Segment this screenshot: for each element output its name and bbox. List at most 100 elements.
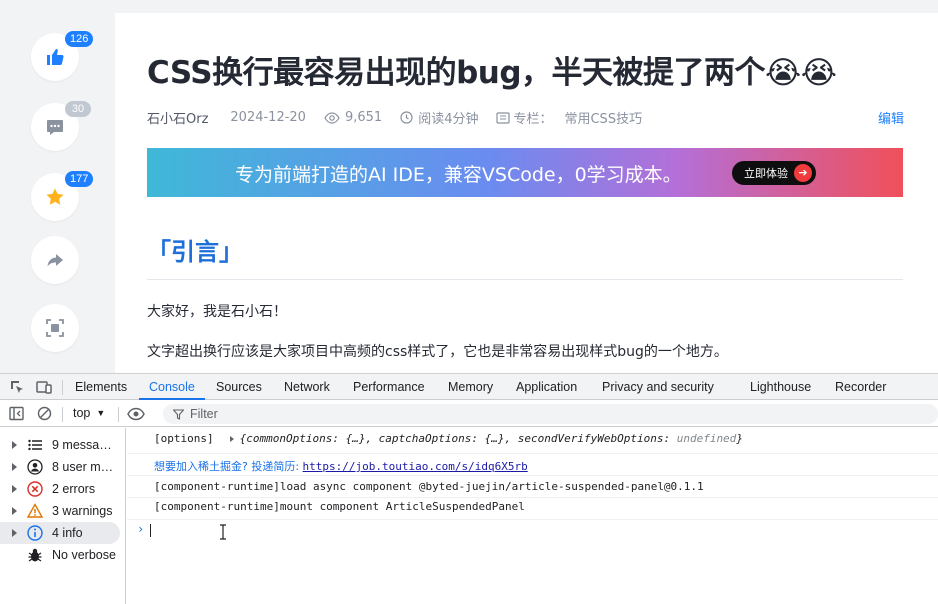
live-expression-eye-icon[interactable] — [127, 407, 145, 421]
log-text: [options] {commonOptions: {…}, captchaOpt… — [154, 432, 743, 445]
hiring-link[interactable]: https://job.toutiao.com/s/idq6X5rb — [303, 460, 528, 473]
collect-button[interactable]: 177 — [31, 171, 94, 221]
banner-try-button[interactable]: 立即体验 ➔ — [732, 161, 816, 185]
console-input-caret[interactable] — [150, 524, 151, 537]
section-heading: 「引言」 — [147, 238, 243, 266]
sidebar-item-info[interactable]: 4 info — [0, 522, 120, 544]
filter-placeholder: Filter — [190, 407, 218, 421]
sidebar-toggle-icon[interactable] — [9, 406, 24, 421]
share-icon — [47, 254, 63, 267]
toolbar-divider — [62, 407, 63, 422]
article-meta: 石小石Orz 2024-12-20 9,651 阅读4分钟 专栏： 常用CSS技… — [147, 108, 642, 127]
info-icon — [27, 525, 43, 541]
sidebar-item-user-messages[interactable]: 8 user m… — [0, 456, 125, 478]
log-text: 想要加入稀土掘金? 投递简历: https://job.toutiao.com/… — [154, 458, 528, 474]
log-entry-mount: [component-runtime]mount component Artic… — [127, 498, 938, 520]
thumbs-up-icon — [47, 49, 64, 65]
text-cursor-icon — [220, 524, 226, 540]
tab-recorder[interactable]: Recorder — [835, 374, 886, 400]
context-selector[interactable]: top ▼ — [73, 406, 105, 420]
comment-icon — [47, 120, 63, 135]
arrow-right-icon: ➔ — [794, 164, 812, 182]
context-value: top — [73, 406, 91, 420]
sidebar-item-label: 8 user m… — [52, 460, 114, 474]
dropdown-caret-icon: ▼ — [96, 408, 106, 418]
publish-date: 2024-12-20 — [230, 110, 306, 125]
undefined-value: undefined — [676, 432, 737, 445]
paragraph: 文字超出换行应该是大家项目中高频的css样式了，它也是非常容易出现样式bug的一… — [147, 344, 728, 360]
console-filter-input[interactable]: Filter — [163, 404, 938, 424]
inspect-element-icon[interactable] — [9, 379, 25, 395]
console-output: [options] {commonOptions: {…}, captchaOpt… — [127, 428, 938, 604]
focus-mode-icon — [46, 319, 64, 337]
log-text: [component-runtime]mount component Artic… — [154, 500, 525, 513]
article-card: CSS换行最容易出现的bug，半天被提了两个😭😭 石小石Orz 2024-12-… — [115, 13, 938, 373]
view-count: 9,651 — [324, 110, 382, 125]
device-toolbar-icon[interactable] — [36, 379, 52, 395]
console-toolbar: top ▼ Filter — [0, 401, 938, 427]
expand-arrow-icon[interactable] — [12, 529, 17, 537]
sidebar-item-errors[interactable]: 2 errors — [0, 478, 125, 500]
view-count-value: 9,651 — [344, 110, 383, 125]
sidebar-item-label: 4 info — [52, 526, 83, 540]
expand-arrow-icon[interactable] — [12, 507, 17, 515]
bug-icon — [28, 548, 42, 562]
console-prompt-icon: › — [137, 522, 145, 536]
sidebar-item-verbose[interactable]: No verbose — [0, 544, 125, 566]
tab-application[interactable]: Application — [516, 374, 577, 400]
warning-icon — [27, 503, 43, 518]
star-icon — [46, 188, 64, 205]
sidebar-item-label: 2 errors — [52, 482, 96, 496]
object-preview-end: } — [736, 432, 743, 445]
sidebar-item-messages[interactable]: 9 messag… — [0, 434, 125, 456]
ad-banner[interactable]: 专为前端打造的AI IDE，兼容VSCode，0学习成本。 立即体验 ➔ — [147, 148, 903, 197]
tab-lighthouse[interactable]: Lighthouse — [750, 374, 811, 400]
tab-performance[interactable]: Performance — [353, 374, 425, 400]
edit-link[interactable]: 编辑 — [878, 108, 904, 127]
like-button[interactable]: 126 — [31, 31, 94, 81]
banner-text: 专为前端打造的AI IDE，兼容VSCode，0学习成本。 — [235, 164, 682, 186]
share-button[interactable] — [31, 236, 79, 284]
tab-network[interactable]: Network — [284, 374, 330, 400]
filter-icon — [173, 408, 184, 420]
list-icon — [28, 439, 42, 451]
tab-memory[interactable]: Memory — [448, 374, 493, 400]
tab-console[interactable]: Console — [139, 374, 205, 400]
read-time: 阅读4分钟 — [400, 108, 478, 127]
author-name[interactable]: 石小石Orz — [147, 108, 208, 127]
tab-sources[interactable]: Sources — [216, 374, 262, 400]
focus-mode-button[interactable] — [31, 304, 79, 352]
sidebar-item-warnings[interactable]: 3 warnings — [0, 500, 125, 522]
object-preview-text: {commonOptions: {…}, captchaOptions: {…}… — [239, 432, 677, 445]
console-sidebar: 9 messag… 8 user m… 2 errors 3 warnings … — [0, 428, 126, 604]
log-entry-hiring: 想要加入稀土掘金? 投递简历: https://job.toutiao.com/… — [127, 454, 938, 476]
expand-object-icon[interactable] — [229, 436, 234, 442]
tab-privacy-security[interactable]: Privacy and security — [602, 374, 714, 400]
hiring-text: 想要加入稀土掘金? 投递简历: — [154, 460, 303, 473]
comment-count-badge: 30 — [65, 101, 91, 117]
column-link[interactable]: 常用CSS技巧 — [564, 108, 642, 127]
log-entry-load: [component-runtime]load async component … — [127, 476, 938, 498]
devtools-tab-bar: Elements Console Sources Network Perform… — [0, 374, 938, 400]
comment-button[interactable]: 30 — [31, 101, 91, 151]
read-time-value: 阅读4分钟 — [418, 112, 479, 127]
log-label: [options] — [154, 432, 214, 445]
article-title: CSS换行最容易出现的bug，半天被提了两个😭😭 — [147, 55, 837, 91]
banner-button-label: 立即体验 — [744, 167, 788, 180]
sidebar-item-label: No verbose — [52, 548, 116, 562]
toolbar-divider — [118, 407, 119, 422]
user-icon — [27, 459, 43, 475]
clock-icon — [400, 111, 413, 124]
object-preview[interactable]: {commonOptions: {…}, captchaOptions: {…}… — [240, 432, 743, 445]
expand-arrow-icon[interactable] — [12, 441, 17, 449]
clear-console-icon[interactable] — [37, 406, 52, 421]
log-entry-options: [options] {commonOptions: {…}, captchaOpt… — [127, 432, 938, 454]
tab-elements[interactable]: Elements — [75, 374, 127, 400]
expand-arrow-icon[interactable] — [12, 485, 17, 493]
column-icon — [496, 111, 511, 124]
eye-icon — [324, 111, 340, 124]
like-count-badge: 126 — [65, 31, 94, 47]
devtools-panel: Elements Console Sources Network Perform… — [0, 373, 938, 604]
toolbar-divider — [62, 380, 63, 395]
expand-arrow-icon[interactable] — [12, 463, 17, 471]
